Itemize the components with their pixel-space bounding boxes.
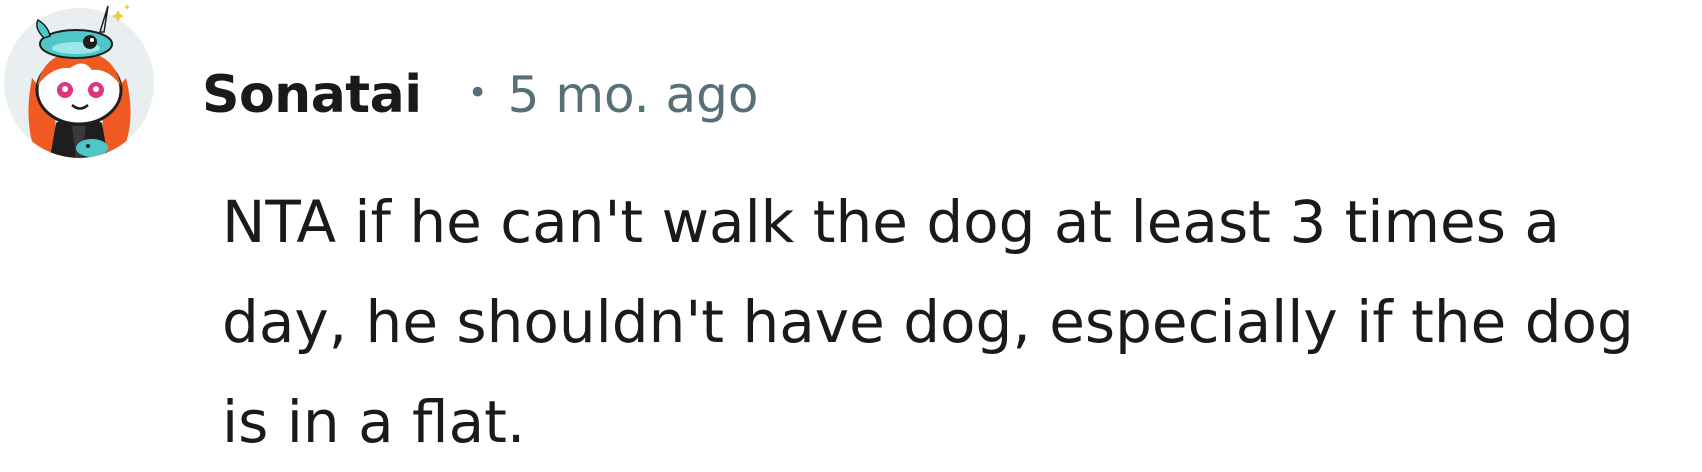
comment-header: Sonatai • 5 mo. ago — [202, 56, 759, 134]
comment: Sonatai • 5 mo. ago NTA if he can't walk… — [0, 0, 1702, 460]
timestamp-link[interactable]: 5 mo. ago — [508, 66, 759, 124]
username-link[interactable]: Sonatai — [202, 65, 422, 125]
avatar-icon — [4, 4, 154, 158]
comment-body: NTA if he can't walk the dog at least 3 … — [222, 188, 1634, 456]
separator-dot: • — [467, 73, 488, 113]
avatar[interactable] — [4, 4, 154, 158]
